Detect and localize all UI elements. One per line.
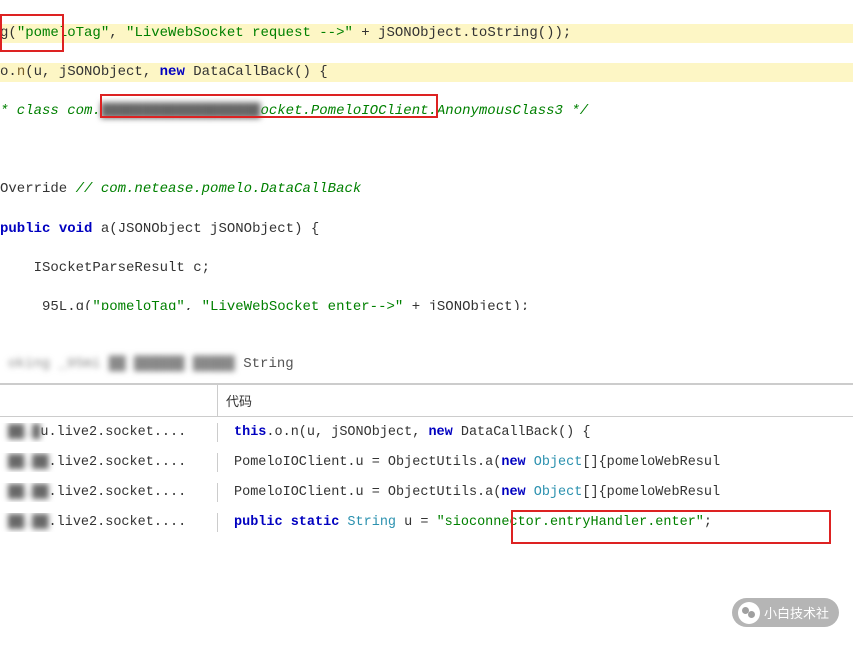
code-line: _95L.g("pomeloTag", "LiveWebSocket enter… — [0, 298, 853, 310]
result-row[interactable]: ██.██.live2.socket.... public static Str… — [0, 507, 853, 537]
results-header-code[interactable]: 代码 — [218, 385, 853, 416]
watermark-badge: 小白技术社 — [732, 598, 839, 627]
pane-divider — [0, 310, 853, 350]
code-line-blank — [0, 141, 853, 161]
result-code: public static String u = "sioconnector.e… — [218, 513, 853, 532]
result-code: PomeloIOClient.u = ObjectUtils.a(new Obj… — [218, 483, 853, 502]
results-header-row: 代码 — [0, 385, 853, 417]
result-code: PomeloIOClient.u = ObjectUtils.a(new Obj… — [218, 453, 853, 472]
results-header-path[interactable] — [0, 385, 218, 416]
code-editor-pane[interactable]: g("pomeloTag", "LiveWebSocket request --… — [0, 0, 853, 310]
search-type-label: String — [235, 356, 294, 372]
search-info-bar: oking _95mi ██ ██████ █████ String — [0, 350, 853, 384]
code-line: ISocketParseResult c; — [0, 259, 853, 279]
code-line: g("pomeloTag", "LiveWebSocket request --… — [0, 24, 853, 44]
result-code: this.o.n(u, jSONObject, new DataCallBack… — [218, 423, 853, 442]
result-row[interactable]: ██.██.live2.socket.... PomeloIOClient.u … — [0, 447, 853, 477]
code-line-comment: * class com.███████████████████ocket.Pom… — [0, 102, 853, 122]
code-line: o.n(u, jSONObject, new DataCallBack() { — [0, 63, 853, 83]
result-path: ██.██.live2.socket.... — [0, 453, 218, 472]
search-query-blurred: oking _95mi ██ ██████ █████ — [8, 356, 235, 372]
result-row[interactable]: ██.█u.live2.socket.... this.o.n(u, jSONO… — [0, 417, 853, 447]
code-line: public void a(JSONObject jSONObject) { — [0, 220, 853, 240]
watermark-text: 小白技术社 — [764, 603, 829, 622]
result-row[interactable]: ██.██.live2.socket.... PomeloIOClient.u … — [0, 477, 853, 507]
result-path: ██.█u.live2.socket.... — [0, 423, 218, 442]
search-results-table: 代码 ██.█u.live2.socket.... this.o.n(u, jS… — [0, 384, 853, 537]
result-path: ██.██.live2.socket.... — [0, 483, 218, 502]
code-line: Override // com.netease.pomelo.DataCallB… — [0, 180, 853, 200]
result-path: ██.██.live2.socket.... — [0, 513, 218, 532]
